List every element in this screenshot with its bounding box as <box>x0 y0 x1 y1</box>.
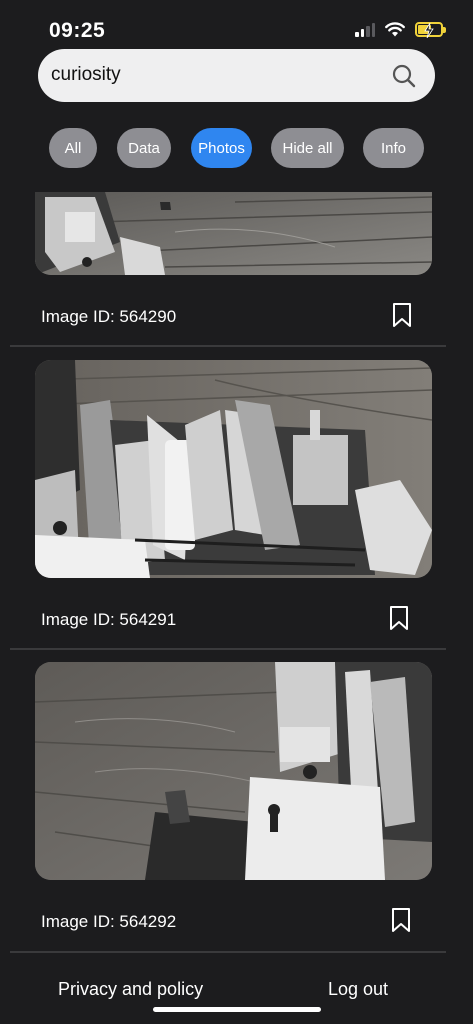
filter-chip-all[interactable]: All <box>49 128 97 168</box>
rover-photo-image <box>35 192 432 275</box>
status-icons <box>355 22 446 38</box>
wifi-icon <box>385 22 405 37</box>
search-bar[interactable]: curiosity <box>38 49 435 102</box>
bookmark-icon[interactable] <box>391 302 413 328</box>
rover-photo[interactable] <box>35 662 432 880</box>
rover-photo-image <box>35 360 432 578</box>
image-id-label: Image ID: 564290 <box>41 307 177 326</box>
filter-chip-hide-all[interactable]: Hide all <box>271 128 344 168</box>
photo-card-footer: Image ID: 564290 <box>0 297 473 337</box>
search-icon[interactable] <box>391 63 417 89</box>
filter-chip-photos[interactable]: Photos <box>191 128 252 168</box>
battery-charging-icon <box>415 22 446 38</box>
status-time: 09:25 <box>49 19 106 42</box>
photo-card-footer: Image ID: 564291 <box>0 600 473 640</box>
filter-chip-label: Data <box>128 139 160 157</box>
filter-bar: All Data Photos Hide all Info <box>0 128 473 168</box>
home-indicator[interactable] <box>153 1007 321 1012</box>
logout-button[interactable]: Log out <box>328 979 388 1000</box>
filter-chip-label: All <box>64 139 82 157</box>
cellular-signal-icon <box>355 22 375 37</box>
rover-photo-image <box>35 662 432 880</box>
filter-chip-label: Hide all <box>282 139 333 157</box>
bookmark-icon[interactable] <box>390 907 412 933</box>
photo-card: Image ID: 564290 <box>0 192 473 347</box>
bookmark-icon[interactable] <box>388 605 410 631</box>
search-input[interactable]: curiosity <box>51 64 121 86</box>
rover-photo[interactable] <box>35 360 432 578</box>
bottom-bar: Privacy and policy Log out <box>0 957 473 1024</box>
privacy-policy-link[interactable]: Privacy and policy <box>58 979 203 1000</box>
rover-photo[interactable] <box>35 192 432 275</box>
photo-feed[interactable]: Image ID: 564290 Image ID: 564291 Image … <box>0 192 473 957</box>
photo-card: Image ID: 564292 <box>0 662 473 957</box>
divider <box>10 648 446 650</box>
image-id-label: Image ID: 564292 <box>41 912 177 931</box>
filter-chip-label: Info <box>380 139 407 157</box>
filter-chip-data[interactable]: Data <box>117 128 171 168</box>
filter-chip-info[interactable]: Info <box>363 128 424 168</box>
image-id-label: Image ID: 564291 <box>41 610 177 629</box>
photo-card: Image ID: 564291 <box>0 360 473 650</box>
photo-card-footer: Image ID: 564292 <box>0 902 473 942</box>
filter-chip-label: Photos <box>198 139 245 157</box>
divider <box>10 951 446 953</box>
divider <box>10 345 446 347</box>
status-bar: 09:25 <box>0 0 473 56</box>
